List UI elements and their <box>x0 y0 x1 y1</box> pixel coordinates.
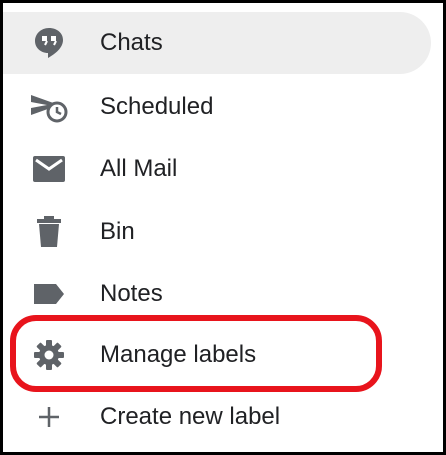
menu-item-label: Chats <box>100 29 163 56</box>
menu-item-bin[interactable]: Bin <box>3 202 431 262</box>
menu-item-all-mail[interactable]: All Mail <box>3 139 431 199</box>
menu-item-label: Scheduled <box>100 93 214 120</box>
label-tag-icon <box>25 274 73 314</box>
menu-item-manage-labels[interactable]: Manage labels <box>3 325 431 385</box>
menu-item-label: Manage labels <box>100 341 257 368</box>
menu-item-chats[interactable]: Chats <box>3 12 431 74</box>
chat-bubble-icon <box>25 23 73 63</box>
trash-icon <box>25 212 73 252</box>
menu-item-label: Bin <box>100 218 135 245</box>
menu-item-label: Create new label <box>100 403 281 430</box>
plus-icon <box>25 397 73 437</box>
scheduled-send-icon <box>25 87 73 127</box>
gear-icon <box>25 335 73 375</box>
menu-item-scheduled[interactable]: Scheduled <box>3 77 431 137</box>
label-menu-panel: Chats Scheduled All Mail Bin Notes Manag… <box>0 0 446 455</box>
menu-item-label: All Mail <box>100 155 178 182</box>
menu-item-notes[interactable]: Notes <box>3 264 431 324</box>
menu-item-label: Notes <box>100 280 163 307</box>
menu-item-create-new-label[interactable]: Create new label <box>3 387 431 447</box>
mail-icon <box>25 149 73 189</box>
